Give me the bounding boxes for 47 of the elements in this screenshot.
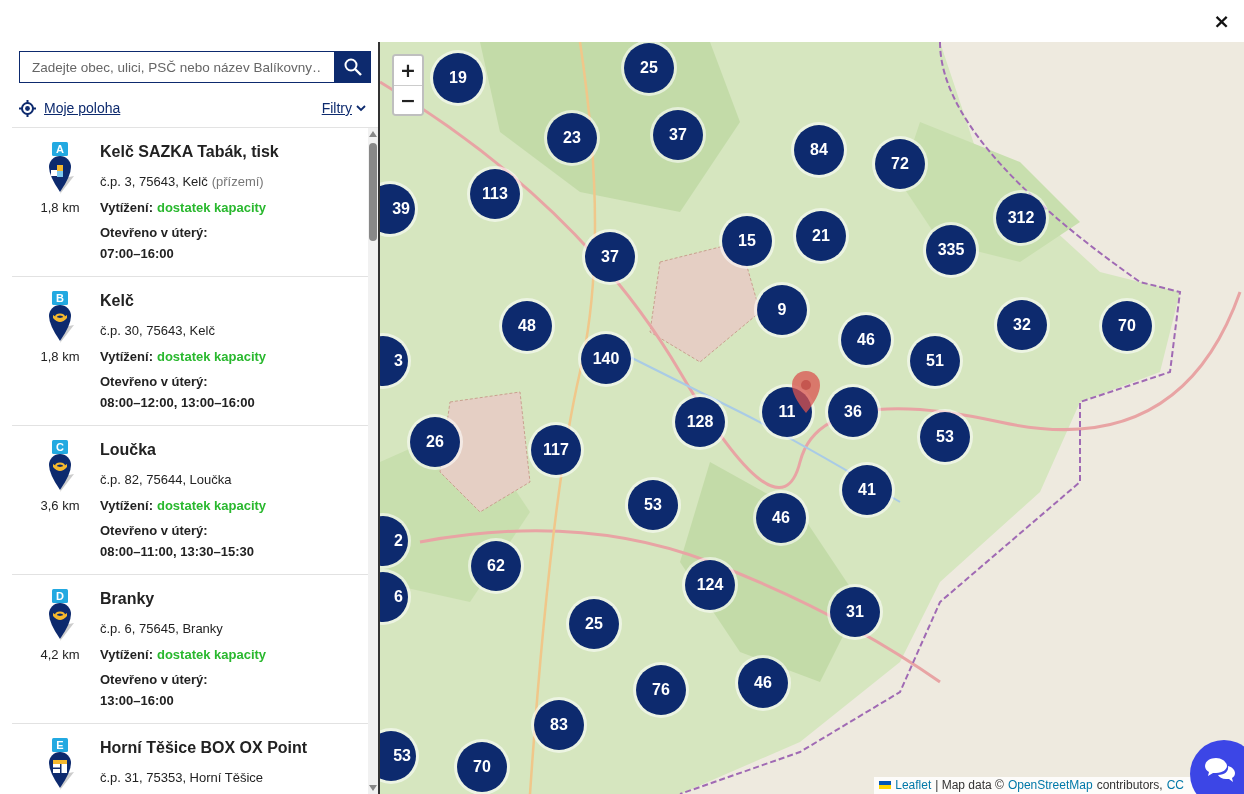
load-label: Vytížení: [100, 349, 153, 364]
branch-name[interactable]: Loučka [100, 440, 267, 460]
branch-name[interactable]: Horní Těšice BOX OX Point [100, 738, 308, 758]
distance-text: 3,6 km [40, 498, 80, 513]
hours-label: Otevřeno v úterý: [100, 225, 209, 240]
address-note: (přízemí) [211, 174, 264, 189]
opening-hours: 07:00–16:00 [100, 246, 175, 261]
hours-label: Otevřeno v úterý: [100, 523, 209, 538]
hours-label: Otevřeno v úterý: [100, 672, 209, 687]
load-label: Vytížení: [100, 200, 153, 215]
chat-icon [1204, 756, 1236, 784]
chevron-down-icon [356, 104, 366, 112]
address-text: č.p. 30, 75643, Kelč [100, 323, 215, 338]
filters-dropdown[interactable]: Filtry [321, 100, 366, 116]
load-status: dostatek kapacity [157, 200, 267, 215]
attribution-link[interactable]: Leaflet [895, 778, 932, 792]
attribution-text: | Map data © [935, 778, 1004, 792]
location-target-icon [19, 99, 36, 117]
attribution-link[interactable]: OpenStreetMap [1007, 778, 1093, 792]
attribution-link[interactable]: CC [1166, 778, 1184, 792]
hours-label: Otevřeno v úterý: [100, 374, 209, 389]
my-location-link[interactable]: Moje poloha [19, 99, 121, 117]
address-text: č.p. 31, 75353, Horní Těšice [100, 770, 264, 785]
address-text: č.p. 3, 75643, Kelč [100, 174, 208, 189]
opening-hours: 08:00–12:00, 13:00–16:00 [100, 395, 256, 410]
load-status: dostatek kapacity [157, 647, 267, 662]
distance-text: 4,2 km [40, 647, 80, 662]
close-button[interactable]: × [1211, 11, 1232, 31]
search-field[interactable]: Zadejte obec, ulici, PSČ nebo název Balíkovny… [19, 51, 334, 83]
load-label: Vytížení: [100, 647, 153, 662]
address-text: č.p. 82, 75644, Loučka [100, 472, 232, 487]
address-text: č.p. 6, 75645, Branky [100, 621, 223, 636]
load-status: dostatek kapacity [157, 349, 267, 364]
search-button[interactable] [334, 51, 371, 83]
flag-icon [879, 781, 892, 789]
attribution-text: contributors, [1096, 778, 1163, 792]
distance-text: 1,8 km [40, 349, 80, 364]
branch-name[interactable]: Kelč [100, 291, 267, 311]
branch-name[interactable]: Kelč SAZKA Tabák, tisk [100, 142, 279, 162]
branch-name[interactable]: Branky [100, 589, 267, 609]
load-label: Vytížení: [100, 498, 153, 513]
opening-hours: 08:00–11:00, 13:30–15:30 [100, 544, 255, 559]
distance-text: 1,8 km [40, 200, 80, 215]
opening-hours: 13:00–16:00 [100, 693, 175, 708]
search-icon [343, 58, 362, 76]
load-status: dostatek kapacity [157, 498, 267, 513]
zoom-out-button[interactable]: − [394, 85, 422, 114]
